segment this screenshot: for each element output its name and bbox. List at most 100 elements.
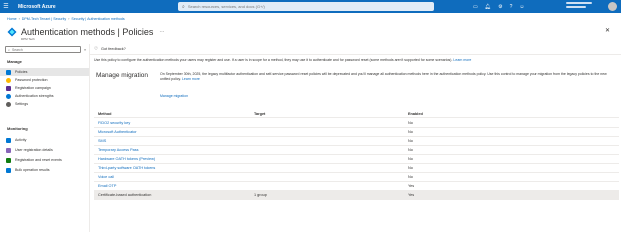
- sidebar-item-label: Bulk operation results: [15, 168, 50, 172]
- terminal-icon[interactable]: ▭: [473, 4, 478, 10]
- sidebar-section-manage: Manage: [7, 59, 22, 64]
- sidebar-item-registration-campaign[interactable]: Registration campaign: [0, 84, 89, 92]
- gear-icon: [6, 101, 11, 107]
- table-row[interactable]: Hardware OATH tokens (Preview) No: [94, 155, 619, 164]
- feedback-button[interactable]: ♡ Got feedback?: [94, 46, 126, 52]
- bulk-operations-icon: [6, 167, 11, 173]
- method-link[interactable]: Temporary Access Pass: [98, 148, 139, 152]
- enabled-cell: No: [408, 157, 413, 161]
- sidebar-item-user-registration-details[interactable]: User registration details: [0, 146, 89, 154]
- method-link[interactable]: Certificate-based authentication: [98, 193, 151, 197]
- heart-icon: ♡: [94, 46, 99, 51]
- breadcrumb: Home › DPM-Tech Tenant | Security › Security…: [7, 17, 125, 21]
- target-cell: 1 group: [254, 193, 267, 197]
- close-icon[interactable]: ✕: [605, 27, 610, 34]
- manage-migration-description: On September 30th, 2025, the legacy mult…: [160, 72, 610, 82]
- sidebar-item-label: Settings: [15, 102, 28, 106]
- table-row[interactable]: Email OTP Yes: [94, 182, 619, 191]
- breadcrumb-tenant[interactable]: DPM-Tech Tenant | Security: [22, 17, 66, 21]
- campaign-icon: [6, 85, 11, 91]
- top-bar: ☰ Microsoft Azure ⌕ ▭ 🔔︎ ⚙ ? ☺: [0, 0, 621, 13]
- sidebar-item-activity[interactable]: Activity: [0, 136, 89, 144]
- sidebar-item-registration-and-reset-events[interactable]: Registration and reset events: [0, 156, 89, 164]
- collapse-sidebar-icon[interactable]: «: [84, 47, 86, 52]
- sidebar-item-label: Password protection: [15, 78, 48, 82]
- method-link[interactable]: Voice call: [98, 175, 114, 179]
- main-content: ♡ Got feedback? Use this policy to confi…: [90, 44, 621, 232]
- user-details-icon: [6, 147, 11, 153]
- method-link[interactable]: Email OTP: [98, 184, 116, 188]
- tenant-subtitle: DPM Tech: [21, 37, 35, 41]
- intro-text: Use this policy to configure the authent…: [94, 58, 471, 62]
- enabled-cell: No: [408, 148, 413, 152]
- key-icon: [6, 77, 11, 83]
- portal-brand[interactable]: Microsoft Azure: [18, 4, 56, 10]
- more-options-icon[interactable]: ···: [159, 29, 164, 35]
- sidebar-item-authentication-strengths[interactable]: Authentication strengths: [0, 92, 89, 100]
- migration-learn-more-link[interactable]: Learn more: [182, 77, 200, 81]
- sidebar-item-label: Authentication strengths: [15, 94, 54, 98]
- table-row[interactable]: Third-party software OATH tokens No: [94, 164, 619, 173]
- bell-icon[interactable]: 🔔︎: [485, 4, 491, 10]
- sidebar-search-input[interactable]: [12, 47, 73, 52]
- sidebar-item-label: User registration details: [15, 148, 53, 152]
- sidebar-section-monitoring: Monitoring: [7, 126, 28, 131]
- sidebar-item-password-protection[interactable]: Password protection: [0, 76, 89, 84]
- column-header-enabled[interactable]: Enabled: [408, 112, 423, 116]
- activity-icon: [6, 137, 11, 143]
- sidebar-item-bulk-operation-results[interactable]: Bulk operation results: [0, 166, 89, 174]
- sidebar-item-settings[interactable]: Settings: [0, 100, 89, 108]
- sidebar: ⌕ « Manage Policies Password protection …: [0, 44, 90, 232]
- method-link[interactable]: Hardware OATH tokens (Preview): [98, 157, 155, 161]
- enabled-cell: No: [408, 139, 413, 143]
- method-link[interactable]: Microsoft Authenticator: [98, 130, 137, 134]
- shield-icon: [6, 93, 11, 99]
- enabled-cell: Yes: [408, 184, 415, 188]
- sidebar-item-label: Registration campaign: [15, 86, 51, 90]
- breadcrumb-home[interactable]: Home: [7, 17, 17, 21]
- global-search-input[interactable]: [187, 4, 428, 9]
- migration-description-text: On September 30th, 2025, the legacy mult…: [160, 72, 607, 81]
- menu-icon[interactable]: ☰: [0, 0, 12, 13]
- breadcrumb-security[interactable]: Security | Authentication methods: [71, 17, 124, 21]
- page-title: Authentication methods | Policies: [21, 27, 154, 37]
- manage-migration-link[interactable]: Manage migration: [160, 94, 188, 98]
- table-header: Method Target Enabled: [94, 110, 619, 118]
- top-bar-icons: ▭ 🔔︎ ⚙ ? ☺: [473, 0, 524, 13]
- intro-description: Use this policy to configure the authent…: [94, 58, 453, 62]
- authentication-methods-icon: [7, 27, 17, 37]
- column-header-method[interactable]: Method: [98, 112, 112, 116]
- column-header-target[interactable]: Target: [254, 112, 265, 116]
- table-row-selected[interactable]: Certificate-based authentication 1 group…: [94, 191, 619, 200]
- enabled-cell: No: [408, 166, 413, 170]
- table-row[interactable]: Temporary Access Pass No: [94, 146, 619, 155]
- sidebar-item-label: Registration and reset events: [15, 158, 62, 162]
- global-search[interactable]: ⌕: [178, 2, 434, 11]
- table-row[interactable]: FIDO2 security key No: [94, 119, 619, 128]
- table-row[interactable]: Microsoft Authenticator No: [94, 128, 619, 137]
- events-icon: [6, 157, 11, 163]
- method-link[interactable]: Third-party software OATH tokens: [98, 166, 155, 170]
- manage-migration-title: Manage migration: [96, 72, 149, 79]
- enabled-cell: Yes: [408, 193, 415, 197]
- feedback-icon[interactable]: ☺: [519, 4, 524, 10]
- sidebar-item-policies[interactable]: Policies: [0, 68, 89, 76]
- table-row[interactable]: Voice call No: [94, 173, 619, 182]
- method-link[interactable]: FIDO2 security key: [98, 121, 130, 125]
- policies-icon: [6, 69, 11, 75]
- enabled-cell: No: [408, 130, 413, 134]
- intro-learn-more-link[interactable]: Learn more: [453, 58, 471, 62]
- enabled-cell: No: [408, 175, 413, 179]
- search-icon: ⌕: [182, 3, 185, 10]
- gear-icon[interactable]: ⚙: [498, 4, 502, 10]
- method-link[interactable]: SMS: [98, 139, 106, 143]
- help-icon[interactable]: ?: [510, 4, 513, 10]
- table-row[interactable]: SMS No: [94, 137, 619, 146]
- feedback-label: Got feedback?: [101, 47, 126, 51]
- avatar[interactable]: [608, 2, 617, 11]
- sidebar-item-label: Policies: [15, 70, 28, 74]
- sidebar-search[interactable]: ⌕: [5, 46, 81, 53]
- sidebar-item-label: Activity: [15, 138, 27, 142]
- enabled-cell: No: [408, 121, 413, 125]
- account-info[interactable]: [566, 2, 598, 10]
